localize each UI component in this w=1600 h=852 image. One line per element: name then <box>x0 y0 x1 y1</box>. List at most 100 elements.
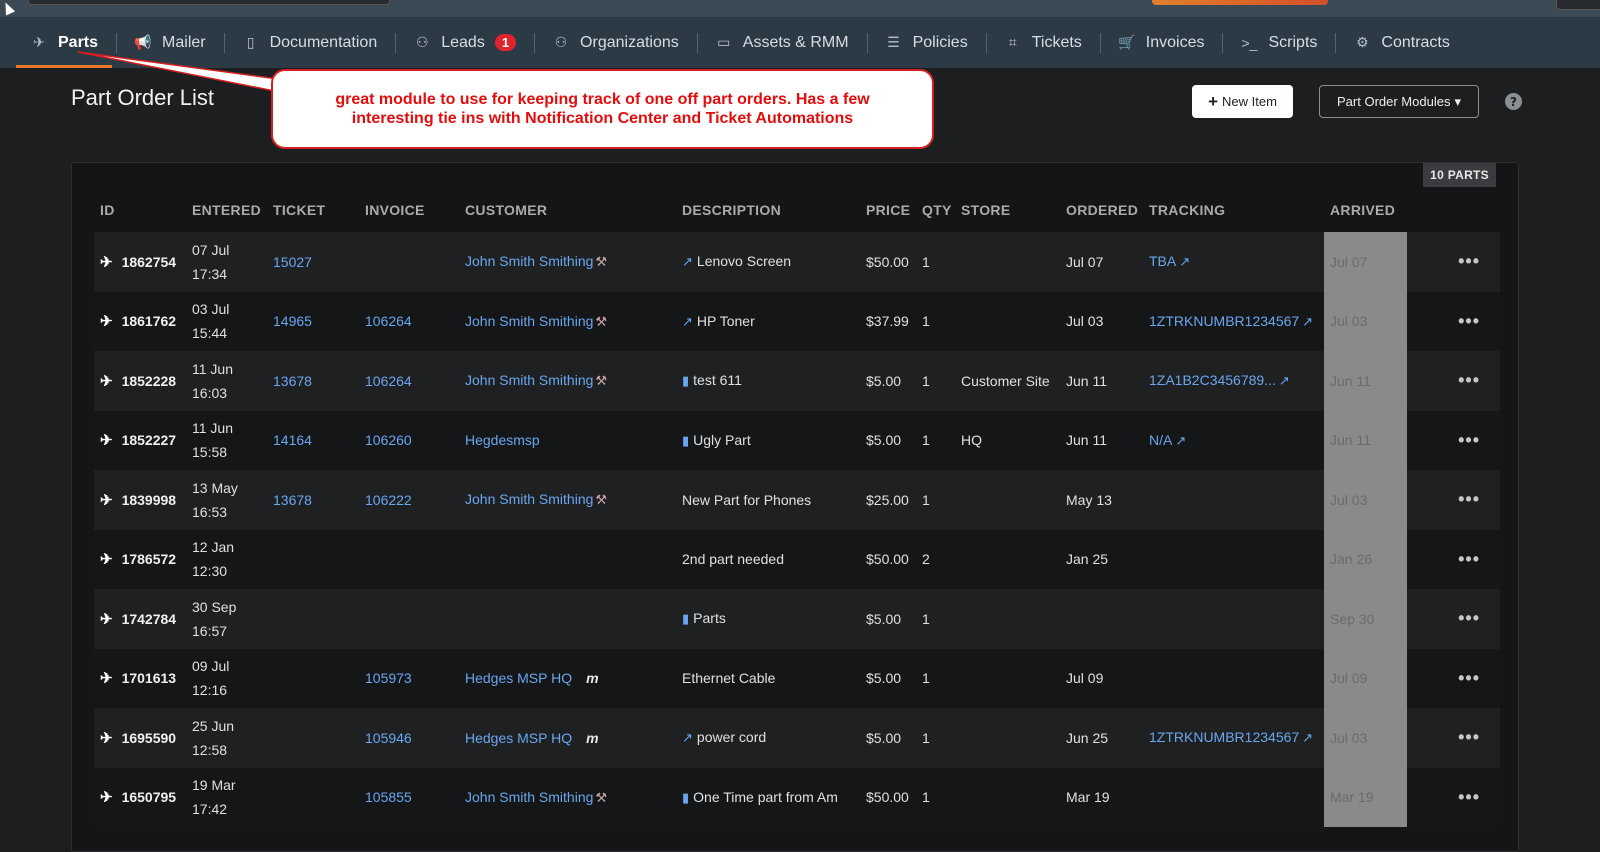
accent-button[interactable] <box>1152 0 1328 5</box>
external-link-icon[interactable]: ↗ <box>1302 314 1313 329</box>
table-row[interactable]: ✈ 1852227 11 Jun 15:58 14164 106260 Hegdesmsp ▮… <box>94 410 1500 471</box>
invoice-link[interactable]: 105946 <box>365 730 412 746</box>
customer-link[interactable]: Hegdesmsp <box>465 432 540 448</box>
entered-cell: 09 Jul 12:16 <box>186 649 267 709</box>
help-icon[interactable]: ? <box>1505 93 1522 110</box>
ticket-link[interactable]: 14164 <box>273 432 312 448</box>
tracking-link[interactable]: 1ZTRKNUMBR1234567 <box>1149 313 1299 329</box>
external-link-icon[interactable]: ↗ <box>682 314 693 329</box>
external-link-icon[interactable]: ↗ <box>682 730 693 745</box>
col-ticket[interactable]: TICKET <box>267 188 359 232</box>
more-icon[interactable]: ••• <box>1458 727 1480 747</box>
more-icon[interactable]: ••• <box>1458 668 1480 688</box>
invoice-link[interactable]: 105855 <box>365 789 412 805</box>
col-arrived[interactable]: ARRIVED <box>1324 188 1407 232</box>
customer-link[interactable]: John Smith Smithing <box>465 491 593 507</box>
invoice-link[interactable]: 105973 <box>365 670 412 686</box>
top-right-control[interactable] <box>1556 0 1600 10</box>
more-icon[interactable]: ••• <box>1458 549 1480 569</box>
row-actions-menu[interactable]: ••• <box>1407 649 1500 709</box>
ticket-link[interactable]: 14965 <box>273 313 312 329</box>
customer-link[interactable]: John Smith Smithing <box>465 313 593 329</box>
col-id[interactable]: ID <box>94 188 186 232</box>
table-row[interactable]: ✈ 1695590 25 Jun 12:58 105946 Hedges MSP HQ m ↗… <box>94 708 1500 768</box>
nav-item-scripts[interactable]: >_ Scripts <box>1222 17 1335 68</box>
row-actions-menu[interactable]: ••• <box>1407 411 1500 471</box>
col-qty[interactable]: QTY <box>916 188 955 232</box>
row-actions-menu[interactable]: ••• <box>1407 292 1500 352</box>
col-entered[interactable]: ENTERED <box>186 188 267 232</box>
more-icon[interactable]: ••• <box>1458 430 1480 450</box>
col-tracking[interactable]: TRACKING <box>1143 188 1324 232</box>
table-row[interactable]: ✈ 1852228 11 Jun 16:03 13678 106264 John Smith… <box>94 351 1500 411</box>
table-row[interactable]: ✈ 1786572 12 Jan 12:30 2nd part needed $50.00… <box>94 529 1500 590</box>
invoice-link[interactable]: 106264 <box>365 373 412 389</box>
col-store[interactable]: STORE <box>955 188 1060 232</box>
table-row[interactable]: ✈ 1862754 07 Jul 17:34 15027 John Smith Smith… <box>94 232 1500 292</box>
external-link-icon[interactable]: ↗ <box>1302 730 1313 745</box>
customer-link[interactable]: Hedges MSP HQ <box>465 730 572 746</box>
col-price[interactable]: PRICE <box>860 188 916 232</box>
customer-link[interactable]: Hedges MSP HQ <box>465 670 572 686</box>
handshake-icon: ⚙ <box>1356 34 1369 50</box>
new-item-button[interactable]: + New Item <box>1192 85 1293 118</box>
row-actions-menu[interactable]: ••• <box>1407 232 1500 292</box>
table-row[interactable]: ✈ 1742784 30 Sep 16:57 ▮ Parts $5.00 1 Sep 30 ••• <box>94 589 1500 649</box>
global-search-input[interactable] <box>28 0 390 5</box>
more-icon[interactable]: ••• <box>1458 787 1480 807</box>
nav-item-documentation[interactable]: ▯ Documentation <box>223 17 396 68</box>
price-cell: $37.99 <box>860 292 916 352</box>
invoice-link[interactable]: 106260 <box>365 432 412 448</box>
row-actions-menu[interactable]: ••• <box>1407 768 1500 828</box>
customer-link[interactable]: John Smith Smithing <box>465 789 593 805</box>
leads-count-badge: 1 <box>494 34 517 51</box>
ticket-link[interactable]: 15027 <box>273 254 312 270</box>
store-cell <box>955 470 1060 530</box>
col-description[interactable]: DESCRIPTION <box>676 188 860 232</box>
nav-item-policies[interactable]: ☰ Policies <box>866 17 986 68</box>
row-actions-menu[interactable]: ••• <box>1407 351 1500 411</box>
nav-item-invoices[interactable]: 🛒 Invoices <box>1099 17 1223 68</box>
table-row[interactable]: ✈ 1650795 19 Mar 17:42 105855 John Smith Smit… <box>94 767 1500 828</box>
nav-item-tickets[interactable]: ⌗ Tickets <box>985 17 1100 68</box>
row-actions-menu[interactable]: ••• <box>1407 470 1500 530</box>
table-row[interactable]: ✈ 1861762 03 Jul 15:44 14965 106264 John Smith… <box>94 291 1500 352</box>
more-icon[interactable]: ••• <box>1458 251 1480 271</box>
external-link-icon[interactable]: ↗ <box>1175 433 1186 448</box>
tracking-link[interactable]: N/A <box>1149 432 1172 448</box>
col-ordered[interactable]: ORDERED <box>1060 188 1143 232</box>
ticket-link[interactable]: 13678 <box>273 492 312 508</box>
nav-item-assets-rmm[interactable]: ▭ Assets & RMM <box>696 17 867 68</box>
col-invoice[interactable]: INVOICE <box>359 188 459 232</box>
tracking-link[interactable]: 1ZA1B2C3456789... <box>1149 372 1276 388</box>
more-icon[interactable]: ••• <box>1458 311 1480 331</box>
nav-item-mailer[interactable]: 📢 Mailer <box>116 17 224 68</box>
more-icon[interactable]: ••• <box>1458 608 1480 628</box>
external-link-icon[interactable]: ↗ <box>1179 254 1190 269</box>
row-actions-menu[interactable]: ••• <box>1407 530 1500 590</box>
table-row[interactable]: ✈ 1839998 13 May 16:53 13678 106222 John Smith… <box>94 470 1500 530</box>
tracking-link[interactable]: 1ZTRKNUMBR1234567 <box>1149 729 1299 745</box>
ticket-link[interactable]: 13678 <box>273 373 312 389</box>
more-icon[interactable]: ••• <box>1458 370 1480 390</box>
col-customer[interactable]: CUSTOMER <box>459 188 676 232</box>
row-actions-menu[interactable]: ••• <box>1407 708 1500 768</box>
table-row[interactable]: ✈ 1701613 09 Jul 12:16 105973 Hedges MSP HQ m E… <box>94 648 1500 709</box>
ticket-cell: 13678 <box>267 351 359 411</box>
more-icon[interactable]: ••• <box>1458 489 1480 509</box>
tracking-link[interactable]: TBA <box>1149 253 1176 269</box>
nav-item-parts[interactable]: ✈ Parts <box>12 17 116 68</box>
customer-link[interactable]: John Smith Smithing <box>465 372 593 388</box>
nav-item-leads[interactable]: ⚇ Leads 1 <box>395 17 534 68</box>
external-link-icon[interactable]: ↗ <box>1279 373 1290 388</box>
invoice-link[interactable]: 106222 <box>365 492 412 508</box>
row-actions-menu[interactable]: ••• <box>1407 589 1500 649</box>
nav-item-contracts[interactable]: ⚙ Contracts <box>1335 17 1467 68</box>
external-link-icon[interactable]: ↗ <box>682 254 693 269</box>
description-text: Ugly Part <box>693 431 751 448</box>
customer-link[interactable]: John Smith Smithing <box>465 253 593 269</box>
invoice-link[interactable]: 106264 <box>365 313 412 329</box>
nav-item-organizations[interactable]: ⚇ Organizations <box>534 17 697 68</box>
arrived-date: Jul 07 <box>1330 253 1368 270</box>
part-order-modules-dropdown[interactable]: Part Order Modules ▾ <box>1319 85 1479 118</box>
